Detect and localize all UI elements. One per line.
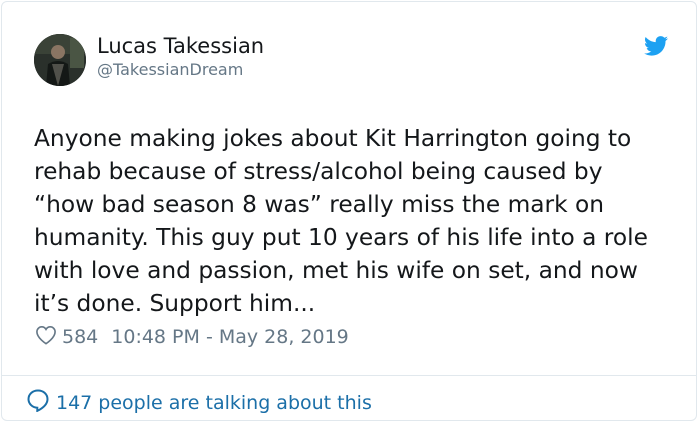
author-name[interactable]: Lucas Takessian (97, 33, 264, 59)
twitter-bird-icon[interactable] (644, 36, 668, 56)
heart-icon (35, 325, 62, 350)
tweet-text-line: “how bad season 8 was” really miss the m… (34, 191, 605, 218)
tweet-text-line: it’s done. Support him... (34, 290, 316, 317)
tweet-text-line: with love and passion, met his wife on s… (34, 257, 638, 284)
tweet-text-line: Anyone making jokes about Kit Harrington… (34, 125, 632, 152)
speech-bubble-icon (26, 388, 56, 417)
tweet-text-line: rehab because of stress/alcohol being ca… (34, 158, 603, 185)
author-handle[interactable]: @TakessianDream (97, 60, 243, 80)
conversation-link[interactable]: 147 people are talking about this (26, 388, 372, 417)
tweet-text: Anyone making jokes about Kit Harrington… (34, 122, 674, 320)
tweet-card: Lucas Takessian @TakessianDream Anyone m… (1, 1, 697, 421)
tweet-meta: 584 10:48 PM - May 28, 2019 (35, 324, 349, 350)
divider (2, 375, 696, 376)
like-count: 584 (62, 326, 99, 348)
avatar[interactable] (34, 34, 86, 86)
tweet-text-line: humanity. This guy put 10 years of his l… (34, 224, 648, 251)
tweet-timestamp[interactable]: 10:48 PM - May 28, 2019 (111, 326, 349, 348)
conversation-count-label: 147 people are talking about this (56, 391, 372, 414)
like-button[interactable]: 584 (35, 325, 111, 350)
